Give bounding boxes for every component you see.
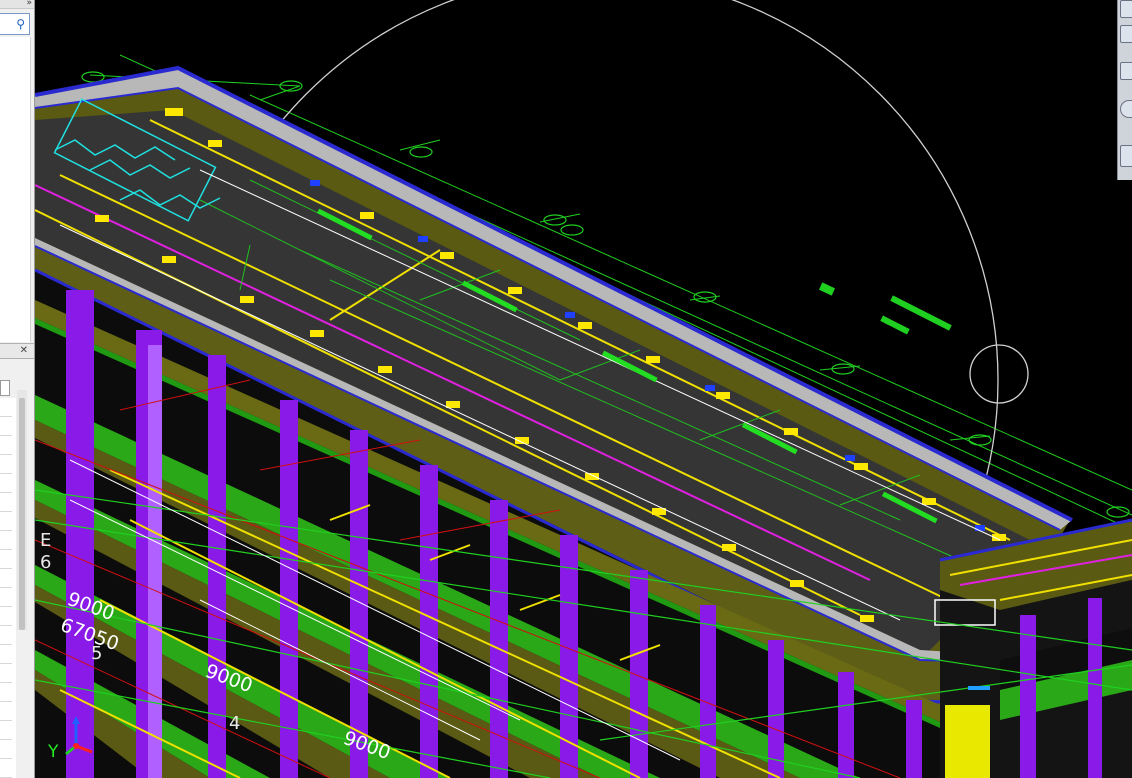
axis-label: 6 <box>40 552 52 573</box>
property-checkbox[interactable] <box>0 380 10 396</box>
orbit-icon[interactable] <box>1120 100 1132 118</box>
ucs-icon <box>65 716 93 756</box>
ucs-y-label: Y <box>48 742 59 762</box>
model-viewport[interactable]: 9000 67050 9000 9000 5 4 E 6 <box>35 0 1132 778</box>
layout-icon[interactable] <box>1120 145 1132 167</box>
building-model-drawing <box>35 0 1132 778</box>
close-icon[interactable]: ✕ <box>20 344 28 358</box>
axis-label: E <box>40 530 52 551</box>
search-icon[interactable]: ⚲ <box>16 17 25 31</box>
axis-label: 4 <box>229 713 241 734</box>
front-view-icon[interactable] <box>1120 0 1132 18</box>
view-toolbar <box>1117 0 1132 180</box>
tree-view[interactable] <box>0 37 31 342</box>
scrollbar-thumb[interactable] <box>19 398 25 630</box>
top-view-icon[interactable] <box>1120 25 1132 43</box>
search-input[interactable]: ⚲ <box>0 13 30 35</box>
axis-label: 5 <box>91 643 103 664</box>
side-view-icon[interactable] <box>1120 62 1132 80</box>
double-chevron-right-icon[interactable]: » <box>26 0 32 9</box>
entry-block <box>945 705 990 778</box>
left-panel: » ⚲ ✕ <box>0 0 35 778</box>
properties-header: ✕ <box>0 343 34 359</box>
properties-list[interactable] <box>0 398 16 778</box>
panel-titlebar: » <box>0 0 34 9</box>
